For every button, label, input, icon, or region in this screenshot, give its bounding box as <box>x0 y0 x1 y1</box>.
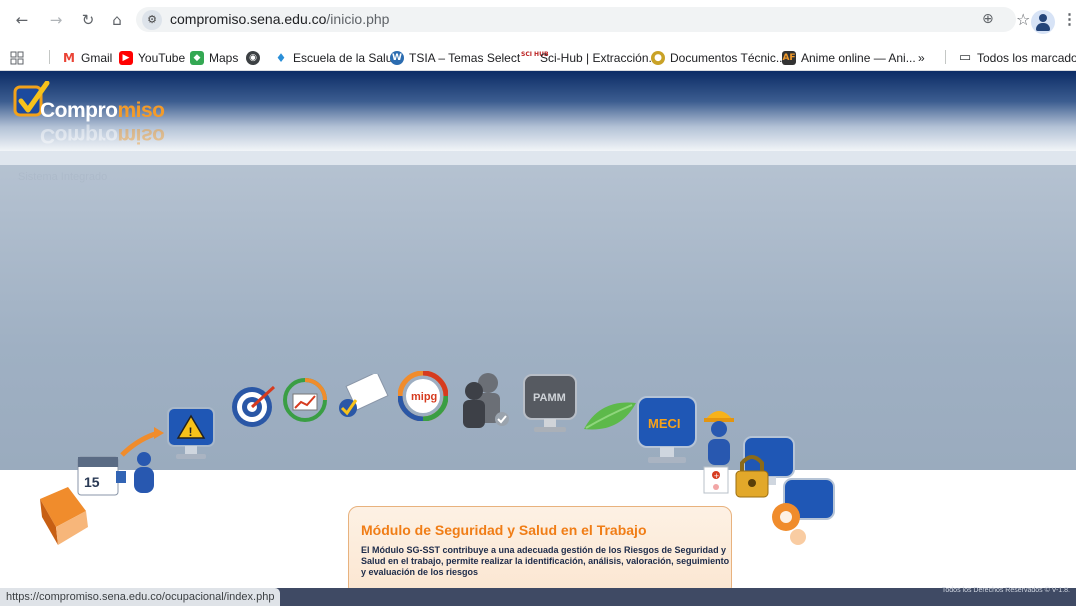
bookmark-escuela-salud[interactable]: ♦ Escuela de la Salud <box>274 49 399 66</box>
gmail-icon: M <box>62 50 76 65</box>
anime-icon: AF <box>782 50 796 65</box>
site-info-icon[interactable]: ⚙ <box>142 10 162 30</box>
svg-text:15: 15 <box>84 474 100 490</box>
bookmarks-divider <box>945 50 946 64</box>
apps-grid-icon[interactable] <box>10 49 24 66</box>
bookmarks-bar: M Gmail ▶ YouTube ◆ Maps ◉ ♦ Escuela de la S… <box>0 45 1076 71</box>
svg-text:mipg: mipg <box>411 391 437 403</box>
bookmark-star-icon[interactable]: ☆ <box>1016 10 1030 29</box>
profile-avatar[interactable] <box>1031 10 1055 34</box>
footer-copyright: Todos los Derechos Reservados © V-1.8. <box>941 587 1070 594</box>
svg-text:MECI: MECI <box>648 416 681 431</box>
maps-icon: ◆ <box>190 50 204 65</box>
bookmark-anime[interactable]: AF Anime online — Ani... <box>782 49 916 66</box>
team-chart-icon[interactable] <box>275 378 333 428</box>
svg-text:PAMM: PAMM <box>533 392 566 404</box>
module-title: Módulo de Seguridad y Salud en el Trabaj… <box>361 522 647 538</box>
home-icon[interactable]: ⌂ <box>107 10 127 30</box>
bookmark-scihub[interactable]: SCI HUB Sci-Hub | Extracción... <box>521 49 659 66</box>
hidden-submenu-text: Sistema Integrado <box>18 171 108 183</box>
logo-reflection: Compromiso <box>40 124 165 147</box>
documentos-icon: ● <box>651 50 665 65</box>
target-module-icon[interactable] <box>230 381 278 429</box>
leaf-module-icon[interactable] <box>580 399 640 435</box>
url-text[interactable]: compromiso.sena.edu.co/inicio.php <box>170 11 389 27</box>
all-bookmarks-folder[interactable]: ▭Todos los marcadores <box>958 49 1076 66</box>
users-module-icon[interactable] <box>458 371 512 431</box>
person-growth-icon[interactable] <box>118 425 168 495</box>
escuela-icon: ♦ <box>274 50 288 65</box>
bookmark-documentos[interactable]: ● Documentos Técnic... <box>651 49 786 66</box>
page-content: Compromiso Compromiso 15 ! mipg PAMM MEC… <box>0 71 1076 588</box>
globe-icon[interactable]: ◉ <box>246 49 265 66</box>
wordpress-icon: W <box>390 50 404 65</box>
svg-text:+: + <box>714 472 720 480</box>
zoom-icon[interactable]: ⊕ <box>982 11 994 27</box>
gear-monitor-icon[interactable] <box>766 477 838 551</box>
forward-arrow-icon[interactable]: → <box>46 10 66 30</box>
mipg-module-icon[interactable]: mipg <box>398 371 448 421</box>
module-info-card[interactable]: Módulo de Seguridad y Salud en el Trabaj… <box>348 506 732 588</box>
pamm-module-icon[interactable]: PAMM <box>522 373 578 437</box>
bookmark-youtube[interactable]: ▶ YouTube <box>119 49 185 66</box>
menu-kebab-icon[interactable]: ⋮ <box>1062 10 1076 28</box>
youtube-icon: ▶ <box>119 50 133 65</box>
module-description: El Módulo SG-SST contribuye a una adecua… <box>361 545 730 577</box>
svg-text:!: ! <box>189 425 193 439</box>
bookmarks-overflow-button[interactable]: » <box>918 49 925 66</box>
address-bar[interactable]: ⚙ compromiso.sena.edu.co/inicio.php <box>136 7 1016 32</box>
header-band <box>0 151 1076 165</box>
back-arrow-icon[interactable]: ← <box>12 10 32 30</box>
meci-module-icon[interactable]: MECI <box>636 395 698 473</box>
logo-text[interactable]: Compromiso <box>40 99 165 123</box>
bookmark-maps[interactable]: ◆ Maps <box>190 49 238 66</box>
bookmark-tsia[interactable]: W TSIA – Temas Select... <box>390 49 530 66</box>
browser-toolbar: ← → ↻ ⌂ ⚙ compromiso.sena.edu.co/inicio.… <box>0 0 1076 45</box>
reload-icon[interactable]: ↻ <box>78 10 98 30</box>
warning-monitor-icon[interactable]: ! <box>166 406 216 466</box>
bookmark-gmail[interactable]: M Gmail <box>62 49 112 66</box>
iso-document-icon[interactable] <box>334 374 392 424</box>
folder-icon: ▭ <box>958 49 972 65</box>
site-header: Compromiso Compromiso <box>0 71 1076 151</box>
status-bar-url: https://compromiso.sena.edu.co/ocupacion… <box>0 588 281 606</box>
bookmarks-divider <box>49 50 50 64</box>
scihub-icon: SCI HUB <box>521 50 549 65</box>
